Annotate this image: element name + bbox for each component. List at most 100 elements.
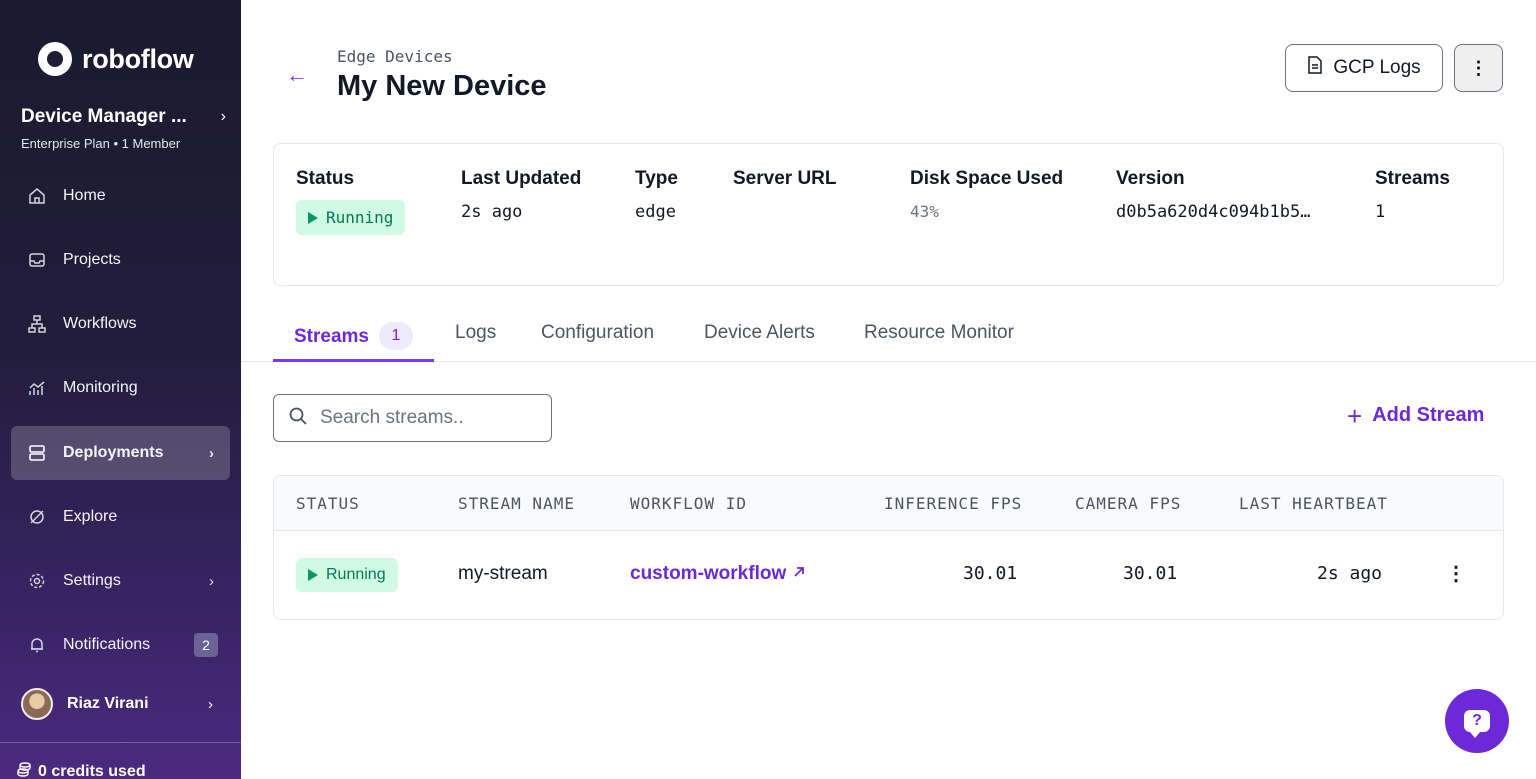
type-value: edge xyxy=(635,202,676,222)
last-updated-value: 2s ago xyxy=(461,202,523,222)
add-stream-button[interactable]: + Add Stream xyxy=(1347,400,1485,431)
sidebar-item-monitoring[interactable]: Monitoring xyxy=(11,361,230,415)
row-last-heartbeat: 2s ago xyxy=(1317,563,1383,584)
streams-value: 1 xyxy=(1375,202,1386,222)
user-menu[interactable]: Riaz Virani › xyxy=(21,688,221,720)
gcp-logs-label: GCP Logs xyxy=(1333,57,1421,78)
device-info-card: Status Running Last Updated 2s ago Type … xyxy=(273,143,1504,286)
disk-space-label: Disk Space Used xyxy=(910,168,1064,189)
tab-configuration[interactable]: Configuration xyxy=(541,322,654,362)
projects-icon xyxy=(27,250,47,270)
last-updated-field: Last Updated 2s ago xyxy=(461,168,581,222)
tab-label: Device Alerts xyxy=(704,322,815,343)
sidebar-item-label: Monitoring xyxy=(63,379,138,396)
gear-icon xyxy=(27,571,47,591)
breadcrumb[interactable]: Edge Devices xyxy=(337,47,453,66)
help-chat-button[interactable]: ? xyxy=(1445,689,1509,753)
workspace-plan: Enterprise Plan • 1 Member xyxy=(21,136,181,151)
credits-usage[interactable]: 0 credits used xyxy=(0,742,241,779)
sidebar-item-label: Workflows xyxy=(63,315,137,332)
sidebar-item-settings[interactable]: Settings › xyxy=(11,554,230,608)
workflow-link[interactable]: custom-workflow xyxy=(630,563,806,585)
chevron-right-icon: › xyxy=(209,444,214,462)
sidebar-item-label: Projects xyxy=(63,251,121,268)
tab-label: Configuration xyxy=(541,322,655,343)
row-more-options-icon[interactable]: ⋮ xyxy=(1446,561,1466,586)
more-options-button[interactable]: ⋮ xyxy=(1454,44,1503,92)
chevron-right-icon: › xyxy=(209,572,214,590)
search-input[interactable] xyxy=(320,407,530,429)
sidebar-item-label: Deployments xyxy=(63,444,164,461)
row-status-value: Running xyxy=(326,566,386,583)
row-workflow-id: custom-workflow xyxy=(630,563,787,584)
roboflow-logo[interactable]: roboflow xyxy=(38,42,194,76)
row-camera-fps: 30.01 xyxy=(1123,563,1178,584)
play-icon xyxy=(308,211,318,224)
tab-logs[interactable]: Logs xyxy=(455,322,496,362)
version-label: Version xyxy=(1116,168,1185,189)
status-field: Status Running xyxy=(296,168,406,235)
plus-icon: + xyxy=(1347,400,1363,431)
streams-count-badge: 1 xyxy=(379,322,413,350)
monitoring-icon xyxy=(27,378,47,398)
workspace-switcher[interactable]: Device Manager ... Enterprise Plan • 1 M… xyxy=(21,106,226,151)
tab-resource-monitor[interactable]: Resource Monitor xyxy=(864,322,1014,362)
main-content: ← Edge Devices My New Device GCP Logs ⋮ … xyxy=(241,0,1536,779)
sidebar-item-home[interactable]: Home xyxy=(11,169,230,223)
chat-question-icon: ? xyxy=(1464,710,1490,738)
column-header-inference-fps: INFERENCE FPS xyxy=(884,494,1023,513)
chevron-right-icon: › xyxy=(220,108,226,125)
sidebar-item-deployments[interactable]: Deployments › xyxy=(11,426,230,480)
tab-label: Streams xyxy=(294,326,369,347)
home-icon xyxy=(27,186,47,206)
brand-name: roboflow xyxy=(82,43,194,74)
column-header-stream-name: STREAM NAME xyxy=(458,494,575,513)
table-row[interactable]: Running my-stream custom-workflow 30.01 … xyxy=(274,531,1503,619)
play-icon xyxy=(308,569,318,581)
table-header: STATUS STREAM NAME WORKFLOW ID INFERENCE… xyxy=(274,476,1503,531)
sidebar: roboflow Device Manager ... Enterprise P… xyxy=(0,0,241,779)
user-name: Riaz Virani xyxy=(67,695,149,712)
version-value[interactable]: d0b5a620d4c094b1b5… xyxy=(1116,202,1310,222)
status-value: Running xyxy=(326,208,394,227)
server-url-label: Server URL xyxy=(733,168,837,189)
explore-icon xyxy=(27,507,47,527)
sidebar-item-projects[interactable]: Projects xyxy=(11,233,230,287)
external-link-icon xyxy=(792,563,806,584)
avatar xyxy=(21,688,53,720)
bell-icon xyxy=(27,635,47,655)
gcp-logs-button[interactable]: GCP Logs xyxy=(1285,44,1443,92)
type-field: Type edge xyxy=(635,168,678,222)
back-arrow-icon[interactable]: ← xyxy=(286,62,308,88)
document-icon xyxy=(1307,56,1323,80)
status-label: Status xyxy=(296,168,355,189)
status-badge: Running xyxy=(296,558,398,592)
column-header-last-heartbeat: LAST HEARTBEAT xyxy=(1239,494,1388,513)
tab-label: Logs xyxy=(455,322,497,343)
search-icon xyxy=(288,406,308,431)
status-badge: Running xyxy=(296,200,406,235)
more-vertical-icon: ⋮ xyxy=(1469,57,1488,78)
add-stream-label: Add Stream xyxy=(1372,404,1485,426)
sidebar-item-explore[interactable]: Explore xyxy=(11,490,230,544)
tab-device-alerts[interactable]: Device Alerts xyxy=(704,322,815,362)
device-tabs: Streams 1 Logs Configuration Device Alert… xyxy=(241,310,1536,362)
column-header-status: STATUS xyxy=(296,494,360,513)
sidebar-item-label: Explore xyxy=(63,508,118,525)
sidebar-item-notifications[interactable]: Notifications 2 xyxy=(11,618,230,672)
chevron-right-icon: › xyxy=(208,695,213,713)
credits-label: 0 credits used xyxy=(38,762,146,779)
tab-label: Resource Monitor xyxy=(864,322,1014,343)
server-url-field: Server URL xyxy=(733,168,837,202)
search-streams-field[interactable] xyxy=(273,394,552,442)
sidebar-item-label: Notifications xyxy=(63,636,151,653)
sidebar-item-label: Settings xyxy=(63,572,121,589)
deployments-icon xyxy=(27,443,47,463)
column-header-camera-fps: CAMERA FPS xyxy=(1075,494,1182,513)
page-title: My New Device xyxy=(337,70,547,102)
row-stream-name: my-stream xyxy=(458,563,548,584)
tab-streams[interactable]: Streams 1 xyxy=(273,322,434,362)
column-header-workflow-id: WORKFLOW ID xyxy=(630,494,747,513)
sidebar-item-workflows[interactable]: Workflows xyxy=(11,297,230,351)
disk-space-field: Disk Space Used 43% xyxy=(910,168,1063,221)
